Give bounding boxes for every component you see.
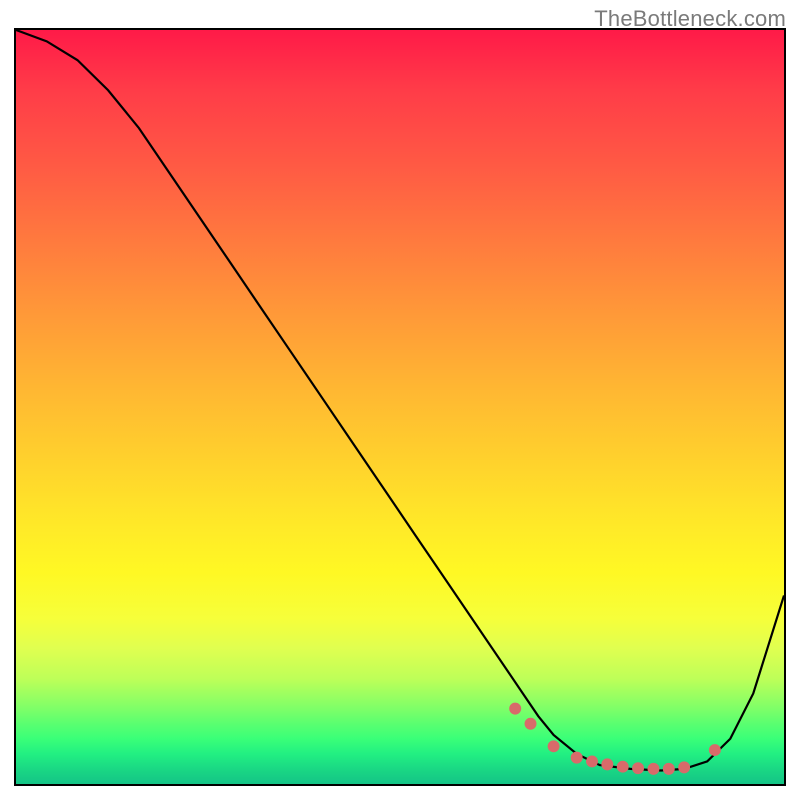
chart-marker-point (678, 761, 690, 773)
chart-markers-group (509, 703, 721, 775)
chart-marker-point (663, 763, 675, 775)
chart-marker-point (571, 752, 583, 764)
chart-marker-point (586, 755, 598, 767)
chart-svg (16, 30, 784, 784)
chart-marker-point (632, 762, 644, 774)
chart-plot-area (14, 28, 786, 786)
chart-marker-point (509, 703, 521, 715)
chart-marker-point (525, 718, 537, 730)
chart-marker-point (617, 761, 629, 773)
chart-curve-line (16, 30, 784, 770)
chart-marker-point (648, 763, 660, 775)
chart-marker-point (548, 740, 560, 752)
chart-marker-point (709, 744, 721, 756)
chart-marker-point (601, 758, 613, 770)
